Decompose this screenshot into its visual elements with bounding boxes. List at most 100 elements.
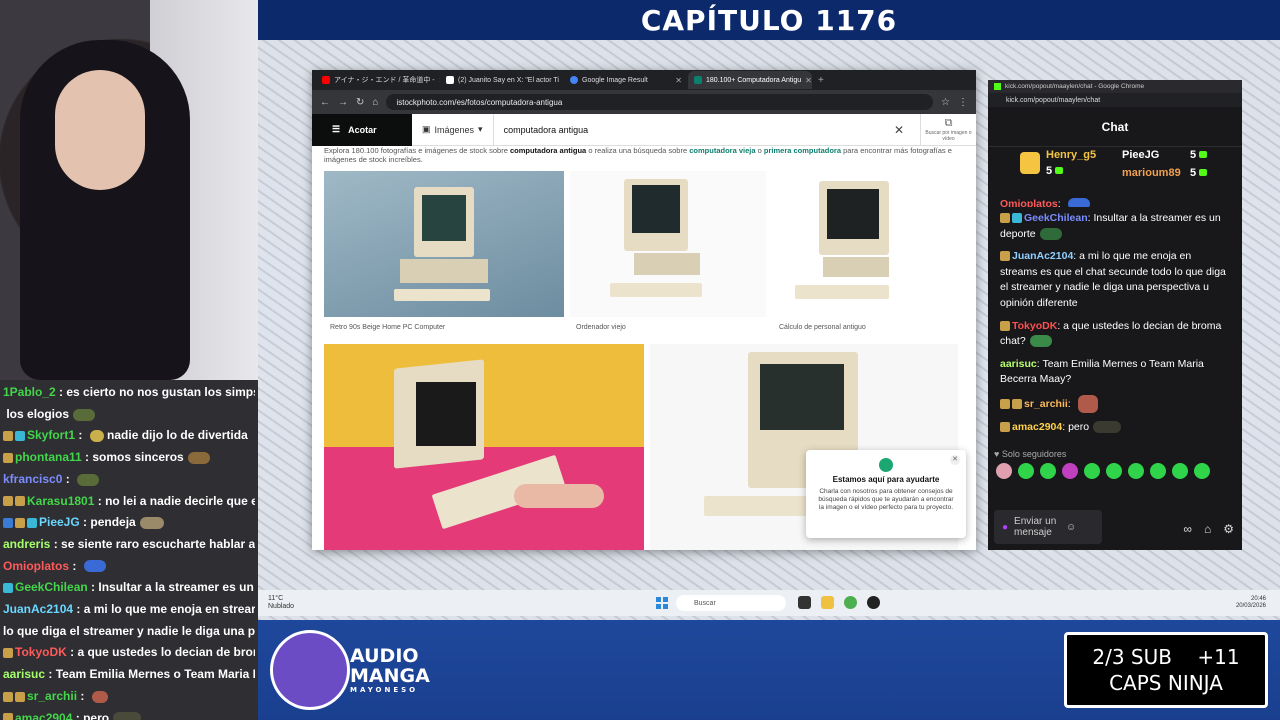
emote-icon[interactable] — [1018, 462, 1034, 479]
infinity-icon[interactable]: ∞ — [1183, 522, 1192, 536]
clock[interactable]: 20:46 20/03/2026 — [1236, 596, 1266, 610]
back-icon[interactable]: ← — [320, 97, 330, 108]
emoji-icon[interactable]: ☺ — [1066, 522, 1076, 533]
photo-result[interactable] — [570, 171, 766, 317]
home-icon[interactable]: ⌂ — [372, 97, 378, 108]
emote-icon[interactable] — [1084, 462, 1100, 479]
sub-goal-box: 2/3 SUB +11 CAPS NINJA — [1064, 632, 1268, 708]
kick-icon — [994, 83, 1001, 90]
mic-icon[interactable]: ● — [1002, 522, 1008, 533]
related-link[interactable]: computadora vieja — [689, 146, 755, 155]
leader-name[interactable]: PieeJG — [1122, 149, 1159, 161]
chat-line: TokyoDK : a que ustedes lo decian de bro… — [3, 642, 255, 664]
close-icon[interactable]: ✕ — [805, 76, 812, 85]
camera-icon: ⧉ — [944, 117, 953, 129]
close-icon[interactable]: ✕ — [675, 76, 682, 85]
chat-line: GeekChilean : Insultar a la streamer es … — [3, 577, 255, 599]
search-input[interactable]: computadora antigua — [494, 125, 894, 135]
photo-result[interactable] — [324, 171, 564, 317]
reload-icon[interactable]: ↻ — [356, 97, 364, 108]
emote-icon[interactable] — [1128, 462, 1144, 479]
folder-icon[interactable] — [821, 596, 834, 609]
weather-widget[interactable]: 11°C Nublado — [258, 595, 338, 611]
tab-x[interactable]: (2) Juanito Say en X: "El actor Ti✕ — [440, 71, 564, 89]
chat-line: amac2904 : pero — [3, 708, 255, 720]
emote-bar — [988, 459, 1242, 483]
related-link[interactable]: primera computadora — [764, 146, 841, 155]
chat-input[interactable]: ● Enviar un mensaje ☺ — [994, 510, 1102, 544]
sub-goal-name: CAPS NINJA — [1109, 671, 1223, 695]
chat-line: PieeJG : pendeja — [3, 512, 255, 534]
photo-caption[interactable]: Ordenador viejo — [576, 324, 626, 331]
chat-line: JuanAc2104 : a mi lo que me enoja en str… — [3, 602, 255, 617]
close-icon[interactable]: ✕ — [950, 455, 960, 465]
task-view-icon[interactable] — [798, 596, 811, 609]
windows-start-icon[interactable] — [656, 597, 668, 609]
chat-line: aarisuc : Team Emilia Mernes o Team Mari… — [3, 667, 255, 682]
chrome-icon[interactable] — [844, 596, 857, 609]
emote-icon[interactable] — [1172, 462, 1188, 479]
kick-titlebar: kick.com/popout/maaylen/chat - Google Ch… — [988, 80, 1242, 93]
forward-icon[interactable]: → — [338, 97, 348, 108]
chevron-down-icon: ▾ — [478, 124, 483, 134]
webcam-feed — [0, 0, 258, 380]
heart-icon: ♥ — [994, 448, 1000, 459]
emote-icon[interactable] — [996, 462, 1012, 479]
leaderboard: Henry_g5 5 PieeJG 5 marioum89 5 — [988, 147, 1242, 193]
photo-result[interactable] — [773, 171, 958, 317]
chat-tools: ∞ ⌂ ⚙ — [1183, 522, 1234, 536]
visual-search-button[interactable]: ⧉ Buscar por imagen o vídeo — [920, 113, 976, 146]
youtube-icon — [322, 76, 330, 84]
photo-caption[interactable]: Retro 90s Beige Home PC Computer — [330, 324, 445, 331]
chat-line: sr_archii : — [3, 686, 255, 708]
star-icon[interactable]: ☆ — [941, 97, 950, 108]
google-icon — [570, 76, 578, 84]
photo-caption[interactable]: Cálculo de personal antiguo — [779, 324, 866, 331]
gear-icon[interactable]: ⚙ — [1223, 522, 1234, 536]
chat-line: Karasu1801 : no lei a nadie decirle que … — [3, 491, 255, 513]
chat-line: andreris : se siente raro escucharte hab… — [3, 536, 255, 551]
new-tab-icon[interactable]: + — [818, 75, 824, 86]
x-icon — [446, 76, 454, 84]
tab-istock[interactable]: 180.100+ Computadora Antigu ✕ — [688, 71, 812, 89]
kick-chat-window: kick.com/popout/maaylen/chat - Google Ch… — [988, 80, 1242, 550]
emote-icon[interactable] — [1194, 462, 1210, 479]
pinned-apps — [798, 596, 880, 609]
help-popup[interactable]: ✕ Estamos aquí para ayudarte Charla con … — [806, 450, 966, 538]
address-bar[interactable]: istockphoto.com/es/fotos/computadora-ant… — [386, 94, 934, 110]
help-text: Charla con nosotros para obtener consejo… — [818, 488, 954, 511]
chat-line: los elogios — [3, 404, 255, 426]
image-icon: ▣ — [422, 124, 431, 134]
chat-bubble-icon — [879, 458, 893, 472]
emote-icon[interactable] — [1062, 462, 1078, 479]
chat-line: 1Pablo_2 : es cierto no nos gustan los s… — [3, 385, 255, 399]
image-type-select[interactable]: ▣ Imágenes ▾ — [412, 113, 494, 146]
leader-name[interactable]: marioum89 — [1122, 167, 1181, 179]
tab-google[interactable]: Google Image Result ✕ — [564, 71, 688, 89]
clear-search-icon[interactable]: ✕ — [894, 123, 920, 137]
chat-line: kfrancisc0 : — [3, 469, 255, 491]
tab-youtube[interactable]: アイナ・ジ・エンド / 革命道中 -✕ — [316, 71, 440, 89]
emote-icon[interactable] — [1106, 462, 1122, 479]
chapter-title: CAPÍTULO 1176 — [640, 3, 898, 37]
audio-manga-logo-icon — [270, 630, 350, 710]
chat-line: lo que diga el streamer y nadie le diga … — [3, 623, 255, 638]
chat-line: phontana11 : somos sinceros — [3, 447, 255, 469]
followers-only-notice: ♥ Solo seguidores — [994, 448, 1067, 459]
chat-message: TokyoDK: a que ustedes lo decian de brom… — [1000, 319, 1222, 348]
kick-address-bar[interactable]: kick.com/popout/maaylen/chat — [988, 93, 1242, 107]
refine-button[interactable]: ☰ Acotar — [312, 113, 412, 146]
browser-toolbar: ← → ↻ ⌂ istockphoto.com/es/fotos/computa… — [312, 90, 976, 114]
emote-icon[interactable] — [1040, 462, 1056, 479]
menu-icon[interactable]: ⋮ — [958, 97, 968, 108]
emote-icon[interactable] — [1150, 462, 1166, 479]
photo-result[interactable] — [324, 344, 644, 550]
taskbar-search[interactable]: Buscar — [676, 595, 786, 611]
store-icon[interactable]: ⌂ — [1204, 522, 1211, 536]
gold-medal-icon — [1020, 152, 1040, 174]
leader-name[interactable]: Henry_g5 — [1046, 149, 1096, 161]
tab-strip: アイナ・ジ・エンド / 革命道中 -✕ (2) Juanito Say en X… — [312, 70, 976, 90]
obs-icon[interactable] — [867, 596, 880, 609]
chapter-banner: CAPÍTULO 1176 — [258, 0, 1280, 40]
istock-search-bar: ☰ Acotar ▣ Imágenes ▾ computadora antigua ✕… — [312, 113, 976, 146]
